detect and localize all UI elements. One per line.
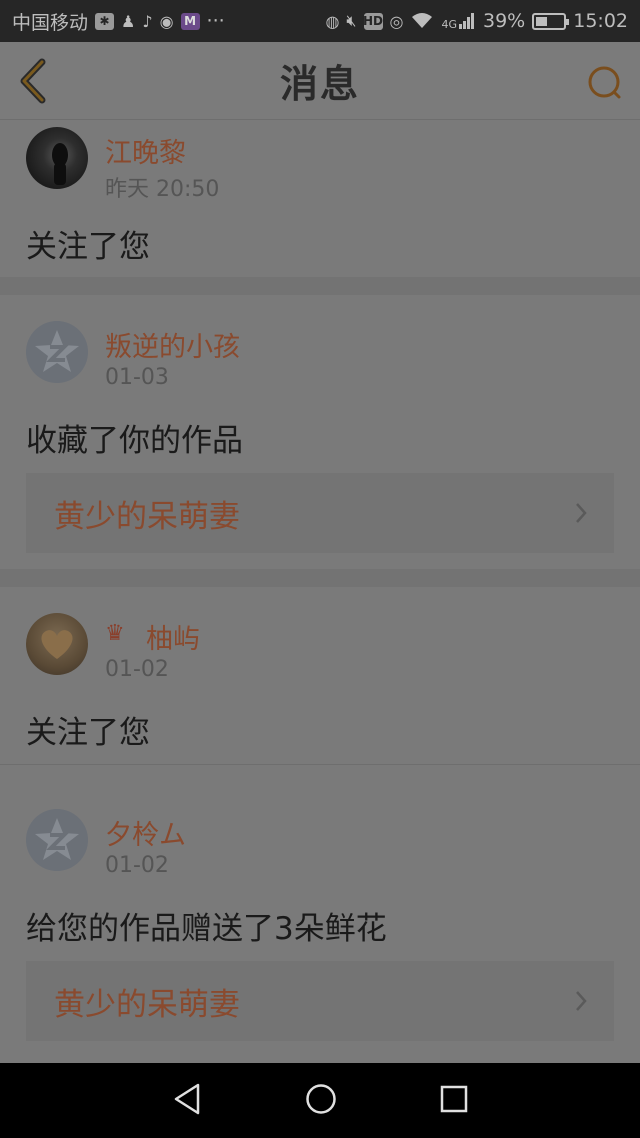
message-action: 关注了您: [26, 715, 150, 751]
avatar[interactable]: [26, 321, 88, 383]
nav-back-button[interactable]: [172, 1082, 202, 1120]
square-recents-icon: [441, 1085, 468, 1112]
list-item[interactable]: 叛逆的小孩 01-03 收藏了你的作品 黄少的呆萌妻: [0, 295, 640, 569]
battery-icon: [532, 12, 570, 30]
username[interactable]: 江晚黎: [105, 131, 186, 170]
network-type: 4G: [441, 18, 457, 31]
wifi-icon: [410, 12, 434, 30]
clock: 15:02: [573, 10, 628, 32]
avatar[interactable]: [26, 613, 88, 675]
m-app-notification-icon: M: [180, 12, 200, 30]
page-title: 消息: [279, 62, 360, 106]
triangle-back-icon: [174, 1083, 199, 1114]
nav-home-button[interactable]: [305, 1083, 337, 1119]
list-item[interactable]: ♛ 柚屿 01-02 关注了您: [0, 587, 640, 764]
back-button[interactable]: [14, 58, 54, 104]
message-list: 江晚黎 昨天 20:50 关注了您 叛逆的小孩 01-03 收藏了你的作品 黄少…: [0, 121, 640, 1061]
system-nav-bar: [0, 1063, 640, 1138]
message-action: 关注了您: [26, 229, 150, 265]
work-title: 黄少的呆萌妻: [54, 498, 240, 535]
app-notification-icon: ✱: [95, 12, 115, 30]
hd-icon: HD: [363, 12, 384, 30]
username[interactable]: 叛逆的小孩: [105, 325, 240, 364]
signal-icon: [458, 12, 476, 30]
username[interactable]: 夕柃ム: [105, 813, 186, 852]
crown-icon: ♛: [105, 621, 125, 646]
divider: [0, 569, 640, 587]
tiktok-notification-icon: ♪: [142, 11, 153, 31]
nav-recents-button[interactable]: [440, 1085, 468, 1117]
status-right: ◍ 🔇︎ HD ◎ 4G 39% 15:02: [325, 10, 628, 32]
list-item[interactable]: 江晚黎 昨天 20:50 关注了您: [0, 121, 640, 277]
eye-comfort-icon: ◎: [389, 11, 404, 31]
message-action: 给您的作品赠送了3朵鲜花: [26, 911, 387, 947]
avatar[interactable]: [26, 809, 88, 871]
sim-icon: ◍: [325, 11, 340, 31]
circle-home-icon: [306, 1083, 336, 1114]
qq-notification-icon: ♟: [121, 11, 136, 31]
divider: [0, 277, 640, 295]
search-button[interactable]: [586, 64, 624, 102]
status-bar: 中国移动 ✱ ♟ ♪ ◉ M ··· ◍ 🔇︎ HD ◎ 4G 39% 15:0…: [0, 0, 640, 42]
qzone-default-avatar-icon: [26, 321, 88, 383]
chevron-right-icon: [576, 503, 587, 523]
work-link[interactable]: 黄少的呆萌妻: [26, 961, 614, 1041]
back-arrow-icon: [20, 58, 46, 104]
chevron-right-icon: [576, 991, 587, 1011]
list-item[interactable]: 夕柃ム 01-02 给您的作品赠送了3朵鲜花 黄少的呆萌妻: [0, 765, 640, 1061]
weibo-notification-icon: ◉: [159, 11, 174, 31]
nav-bar: 消息: [0, 42, 640, 120]
message-action: 收藏了你的作品: [26, 423, 243, 459]
work-title: 黄少的呆萌妻: [54, 986, 240, 1023]
qzone-default-avatar-icon: [26, 809, 88, 871]
message-time: 01-02: [105, 657, 169, 682]
search-icon: [588, 66, 621, 99]
message-time: 01-03: [105, 365, 169, 390]
mute-icon: 🔇︎: [346, 11, 357, 30]
battery-percent: 39%: [483, 10, 526, 32]
carrier-label: 中国移动: [12, 11, 89, 34]
avatar[interactable]: [26, 127, 88, 189]
more-notifications-icon: ···: [206, 10, 225, 32]
message-time: 01-02: [105, 853, 169, 878]
status-left: 中国移动 ✱ ♟ ♪ ◉ M ···: [12, 8, 225, 35]
work-link[interactable]: 黄少的呆萌妻: [26, 473, 614, 553]
message-time: 昨天 20:50: [105, 177, 220, 202]
username[interactable]: 柚屿: [146, 617, 200, 656]
